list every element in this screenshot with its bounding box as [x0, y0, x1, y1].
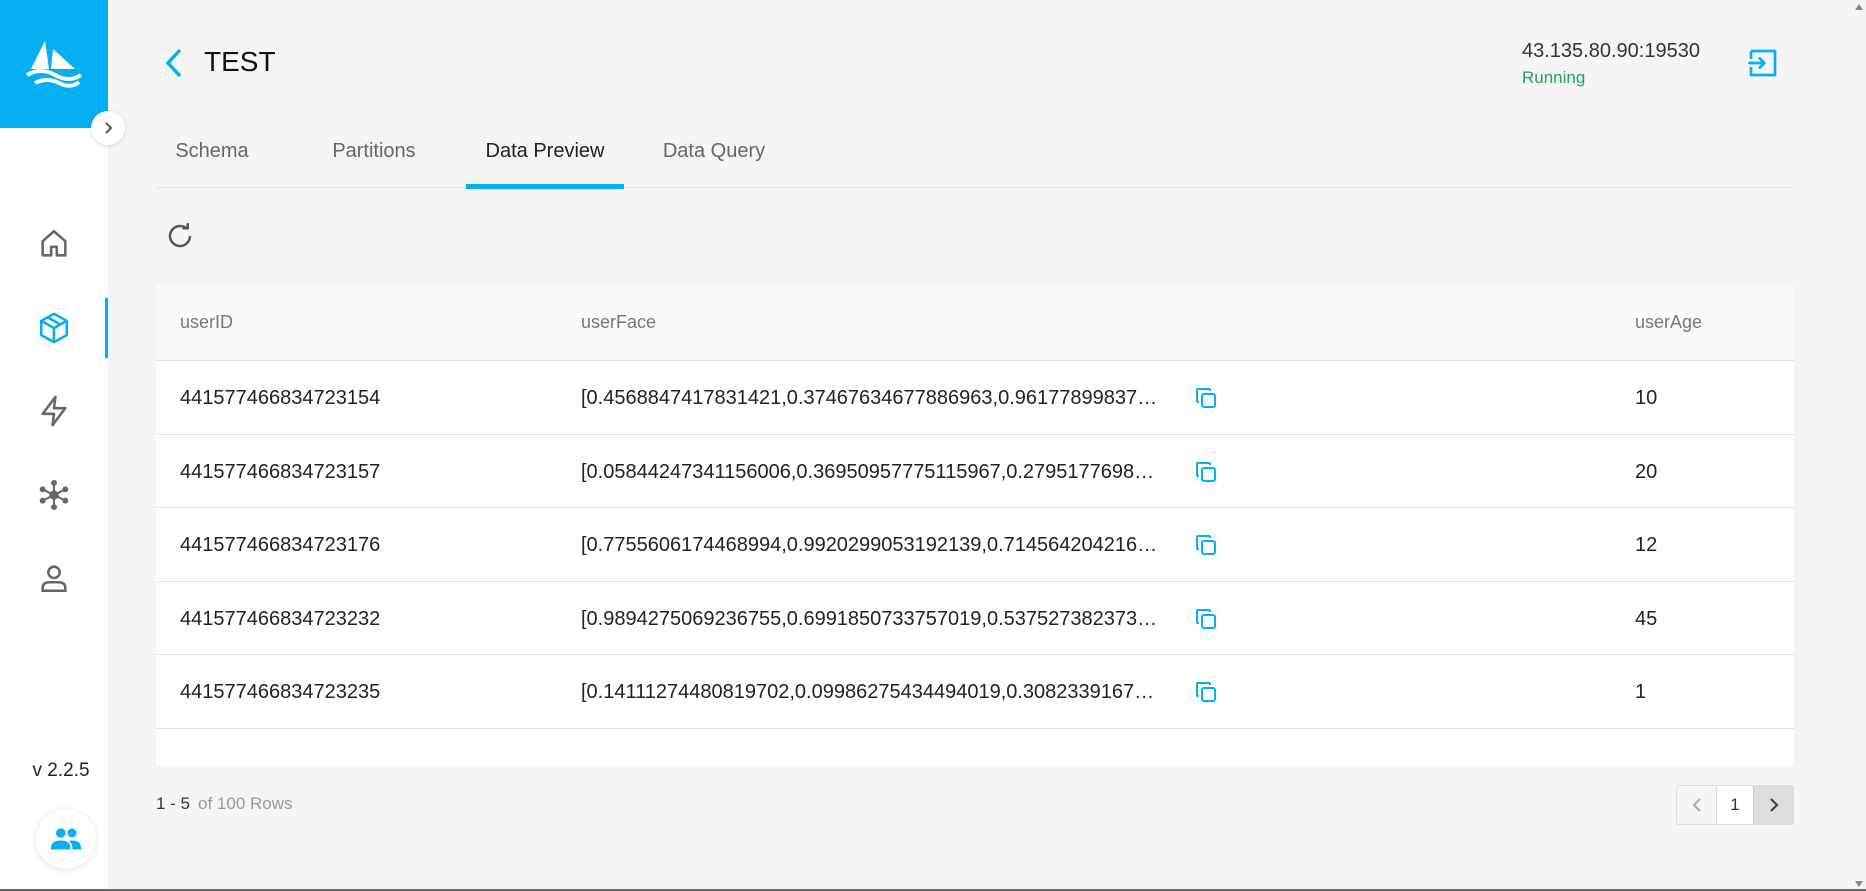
- table-row: 441577466834723157 [0.05844247341156006,…: [156, 435, 1794, 508]
- cell-userage: 1: [1635, 681, 1647, 703]
- cube-icon: [39, 312, 69, 344]
- cell-userage: 20: [1635, 460, 1658, 483]
- copy-icon[interactable]: [1192, 458, 1220, 486]
- table-row: 441577466834723232 [0.9894275069236755,0…: [156, 582, 1794, 655]
- copy-icon[interactable]: [1192, 605, 1220, 633]
- chevron-left-icon: [1692, 798, 1701, 812]
- collection-tabs: Schema Partitions Data Preview Data Quer…: [156, 130, 1794, 189]
- column-header-userface[interactable]: userFace: [581, 312, 656, 333]
- logout-icon: [1748, 49, 1777, 77]
- refresh-button[interactable]: [164, 220, 196, 252]
- server-address: 43.135.80.90:19530: [1522, 40, 1700, 62]
- person-icon: [41, 565, 67, 593]
- current-page[interactable]: 1: [1717, 786, 1753, 824]
- user-management-button[interactable]: [36, 809, 96, 869]
- cell-userface: [0.9894275069236755,0.6991850733757019,0…: [581, 607, 1158, 630]
- tab-data-query[interactable]: Data Query: [652, 130, 776, 188]
- cell-userid: 441577466834723154: [180, 387, 381, 409]
- cell-userid: 441577466834723157: [180, 460, 381, 483]
- column-header-userid[interactable]: userID: [180, 312, 233, 333]
- scroll-down-arrow-icon[interactable]: [1855, 881, 1863, 887]
- cell-userage: 45: [1635, 607, 1658, 630]
- sidebar-expand-button[interactable]: [91, 111, 125, 145]
- cell-userface: [0.7755606174468994,0.9920299053192139,0…: [581, 534, 1158, 556]
- rows-total: of 100 Rows: [198, 794, 293, 813]
- table-row: 441577466834723176 [0.7755606174468994,0…: [156, 508, 1794, 582]
- cell-userface: [0.14111274480819702,0.09986275434494019…: [581, 681, 1155, 703]
- sidebar-item-search[interactable]: [0, 381, 108, 441]
- page-title: TEST: [204, 46, 276, 77]
- sidebar-item-users[interactable]: [0, 548, 108, 608]
- version-label: v 2.2.5: [32, 760, 90, 781]
- tab-schema[interactable]: Schema: [156, 130, 268, 188]
- rows-range: 1 - 5: [156, 794, 191, 813]
- cell-userage: 10: [1635, 387, 1658, 409]
- vertical-scrollbar[interactable]: [1853, 0, 1866, 891]
- cell-userid: 441577466834723232: [180, 607, 381, 630]
- milvus-sail-logo-icon: [26, 41, 83, 88]
- logo[interactable]: [0, 0, 108, 128]
- cell-userid: 441577466834723176: [180, 534, 381, 556]
- copy-icon[interactable]: [1192, 384, 1220, 412]
- refresh-icon: [168, 223, 192, 248]
- copy-icon[interactable]: [1192, 678, 1220, 706]
- tab-partitions[interactable]: Partitions: [304, 130, 444, 188]
- cell-userface: [0.4568847417831421,0.37467634677886963,…: [581, 387, 1158, 409]
- previous-page-button[interactable]: [1677, 786, 1717, 824]
- copy-icon[interactable]: [1192, 531, 1220, 559]
- data-preview-table: userID userFace userAge 4415774668347231…: [156, 284, 1794, 766]
- tab-data-preview[interactable]: Data Preview: [466, 130, 624, 189]
- cell-userid: 441577466834723235: [180, 681, 381, 703]
- chevron-right-icon: [1769, 798, 1779, 812]
- lightning-icon: [41, 395, 67, 427]
- table-row: 441577466834723235 [0.14111274480819702,…: [156, 655, 1794, 729]
- sidebar-item-system[interactable]: [0, 465, 108, 525]
- cell-userface: [0.05844247341156006,0.36950957775115967…: [581, 460, 1155, 483]
- pagination: 1: [1676, 785, 1794, 825]
- rows-info: 1 - 5 of 100 Rows: [156, 794, 293, 814]
- network-icon: [39, 479, 69, 511]
- cell-userage: 12: [1635, 534, 1658, 556]
- home-icon: [41, 229, 67, 257]
- column-header-userage[interactable]: userAge: [1635, 312, 1702, 333]
- sidebar-item-collections[interactable]: [0, 298, 108, 358]
- chevron-left-icon: [165, 48, 182, 78]
- table-header: userID userFace userAge: [156, 284, 1794, 361]
- scroll-up-arrow-icon[interactable]: [1855, 4, 1863, 10]
- next-page-button[interactable]: [1753, 786, 1793, 824]
- table-row: 441577466834723154 [0.4568847417831421,0…: [156, 361, 1794, 435]
- group-icon: [51, 828, 81, 850]
- chevron-right-icon: [105, 122, 113, 134]
- logout-button[interactable]: [1746, 46, 1780, 80]
- sidebar-item-home[interactable]: [0, 214, 108, 274]
- connection-status: Running: [1522, 68, 1586, 87]
- back-button[interactable]: [163, 46, 189, 80]
